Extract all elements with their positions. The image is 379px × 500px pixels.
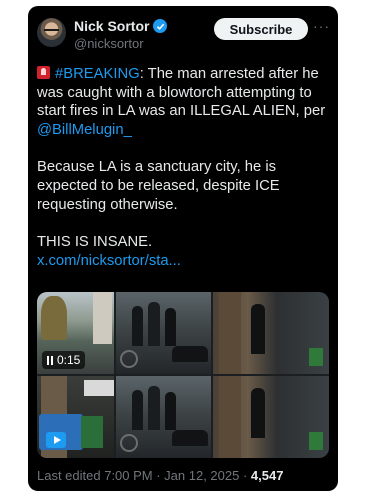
tweet-emphasis-line: THIS IS INSANE. (37, 234, 153, 251)
mention-link[interactable]: @BillMelugin_ (37, 122, 132, 138)
hashtag-link[interactable]: #BREAKING (55, 66, 140, 82)
tweet-card: Nick Sortor @nicksortor Subscribe ··· #B… (28, 6, 338, 491)
author-handle[interactable]: @nicksortor (74, 36, 144, 51)
video-thumbnail-3[interactable] (213, 292, 329, 374)
more-options-icon[interactable]: ··· (313, 18, 330, 34)
video-thumbnail-5[interactable] (116, 376, 211, 458)
tweet-paragraph-2: Because LA is a sanctuary city, he is ex… (37, 159, 280, 213)
pause-icon (47, 355, 53, 365)
video-thumbnail-4[interactable] (37, 376, 114, 458)
tweet-paragraph-3: THIS IS INSANE. x.com/nicksortor/sta... (37, 233, 329, 270)
subscribe-button[interactable]: Subscribe (214, 18, 308, 40)
edited-timestamp[interactable]: Last edited 7:00 PM · Jan 12, 2025 · (37, 468, 251, 483)
verified-badge-icon (153, 19, 168, 33)
view-count[interactable]: 4,547 (251, 468, 284, 483)
avatar[interactable] (37, 18, 66, 47)
author-display-name[interactable]: Nick Sortor (74, 18, 149, 34)
video-duration-badge: 0:15 (42, 351, 86, 369)
video-thumbnail-2[interactable] (116, 292, 211, 374)
tweet-text: #BREAKING: The man arrested after he was… (37, 65, 329, 270)
video-play-icon[interactable] (46, 432, 66, 448)
tweet-paragraph-1: #BREAKING: The man arrested after he was… (37, 65, 329, 139)
siren-emoji-icon (37, 66, 50, 79)
video-duration: 0:15 (57, 353, 81, 367)
video-thumbnail-6[interactable] (213, 376, 329, 458)
author-name-row[interactable]: Nick Sortor (74, 17, 168, 35)
tweet-link[interactable]: x.com/nicksortor/sta... (37, 253, 181, 269)
media-grid[interactable]: 0:15 (37, 292, 329, 458)
tweet-metadata: Last edited 7:00 PM · Jan 12, 2025 · 4,5… (37, 468, 283, 483)
video-thumbnail-1[interactable]: 0:15 (37, 292, 114, 374)
